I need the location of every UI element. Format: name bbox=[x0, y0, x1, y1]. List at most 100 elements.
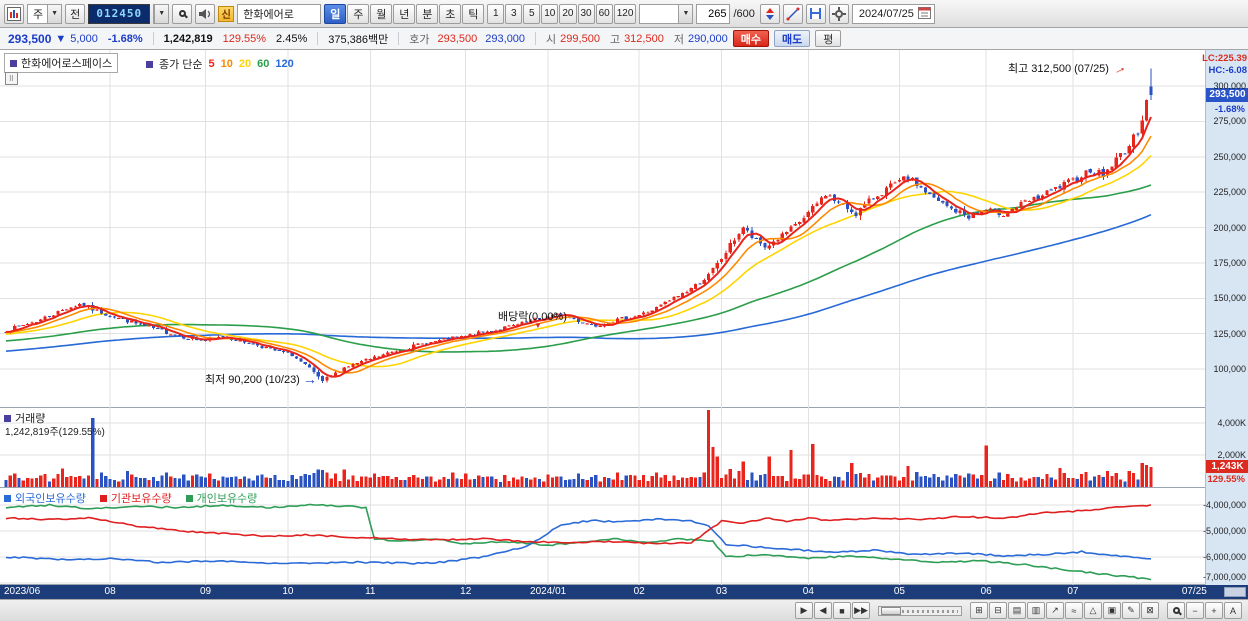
holdings-legend-label: 기관보유수량 bbox=[110, 493, 172, 505]
zoom-in-button[interactable]: + bbox=[1205, 602, 1223, 619]
buy-button[interactable]: 매수 bbox=[732, 30, 769, 47]
ma-period-120: 120 bbox=[275, 58, 294, 70]
avg-button[interactable]: 평 bbox=[815, 30, 842, 47]
zoom-icon[interactable] bbox=[1167, 602, 1185, 619]
chart-title-box[interactable]: 한화에어로스페이스 bbox=[4, 53, 119, 73]
stock-chart-window: 주 ▼ 전 ▼ 신 한화에어로 일주월년분초틱 13510203060120 ▼… bbox=[0, 0, 1248, 621]
dividend-marker-icon: ▼ bbox=[534, 321, 542, 330]
low-price: 290,000 bbox=[687, 32, 728, 45]
chevron-down-icon[interactable]: ▼ bbox=[47, 4, 62, 23]
data-table-icon[interactable]: ⠿ bbox=[5, 72, 18, 85]
holdings-legend-item: 기관보유수량 bbox=[99, 490, 172, 506]
price-axis[interactable]: LC:225.39 HC:-6.08 293,500 -1.68% 1,243K… bbox=[1202, 50, 1248, 585]
period-tab-5[interactable]: 분 bbox=[416, 3, 439, 24]
interval-button-1[interactable]: 1 bbox=[487, 3, 505, 24]
zoom-out-button[interactable]: − bbox=[1186, 602, 1204, 619]
current-price: 293,500 bbox=[8, 31, 52, 46]
panel-tool-icon[interactable]: ▥ bbox=[1027, 602, 1045, 619]
period-tab-1[interactable]: 일 bbox=[324, 3, 347, 24]
date-axis: 2023/06 08 09 10 11 12 2024/01 02 03 04 05 06 07 07/2… bbox=[0, 585, 1248, 599]
interval-button-10[interactable]: 10 bbox=[541, 3, 559, 24]
high-annotation: 최고 312,500 (07/25) → bbox=[1008, 57, 1129, 79]
price-axis-label: 225,000 bbox=[1213, 187, 1246, 198]
chart-forward-button[interactable]: ▶▶ bbox=[852, 602, 870, 619]
chart-mode-select[interactable]: 주 ▼ bbox=[27, 3, 63, 24]
chart-back-button[interactable]: ◀ bbox=[814, 602, 832, 619]
date-tick: 02 bbox=[633, 586, 645, 597]
stock-code-input[interactable] bbox=[88, 3, 151, 24]
chart-mode-value: 주 bbox=[33, 8, 44, 21]
volume-pane: 거래량 1,242,819주(129.55%) bbox=[0, 408, 1205, 488]
interval-button-30[interactable]: 30 bbox=[577, 3, 595, 24]
holdings-legend-item: 외국인보유수량 bbox=[4, 490, 86, 506]
legend-chip-icon bbox=[99, 494, 107, 502]
holdings-axis-label: -5,000,000 bbox=[1202, 526, 1246, 536]
list-tool-icon[interactable]: ▤ bbox=[1008, 602, 1026, 619]
trendline-tool-icon[interactable]: ↗ bbox=[1046, 602, 1064, 619]
wave-tool-icon[interactable]: ≈ bbox=[1065, 602, 1083, 619]
candle-count-input[interactable] bbox=[696, 3, 731, 24]
interval-button-60[interactable]: 60 bbox=[595, 3, 613, 24]
price-chart[interactable] bbox=[0, 50, 1205, 408]
date-tick: 07/25 bbox=[1181, 586, 1207, 597]
slider-handle[interactable] bbox=[881, 606, 901, 615]
open-price: 299,500 bbox=[560, 32, 600, 45]
period-tab-3[interactable]: 월 bbox=[370, 3, 393, 24]
axis-corner[interactable] bbox=[1224, 587, 1246, 597]
chart-window-icon[interactable] bbox=[4, 3, 24, 24]
volume-chart[interactable] bbox=[0, 408, 1205, 488]
holdings-axis-label: -6,000,000 bbox=[1202, 552, 1246, 562]
date-picker[interactable]: 2024/07/25 bbox=[851, 3, 935, 24]
chart-stop-button[interactable]: ■ bbox=[833, 602, 851, 619]
price-axis-label: 200,000 bbox=[1213, 222, 1246, 233]
sell-button[interactable]: 매도 bbox=[773, 30, 811, 47]
candle-total-label: /600 bbox=[733, 7, 755, 20]
bid-price: 293,000 bbox=[485, 32, 526, 45]
price-axis-label: 150,000 bbox=[1213, 293, 1246, 304]
chevron-down-icon[interactable]: ▼ bbox=[678, 4, 693, 23]
erase-tool-icon[interactable]: ⊠ bbox=[1141, 602, 1159, 619]
turnover-ratio: 2.45% bbox=[276, 32, 308, 45]
chart-title: 한화에어로스페이스 bbox=[21, 58, 113, 70]
change-percent: -1.68% bbox=[107, 32, 143, 45]
legend-chip-icon bbox=[10, 59, 17, 67]
date-tick: 03 bbox=[716, 586, 728, 597]
change-arrow-icon: ▼ bbox=[55, 32, 67, 45]
dividend-annotation: 배당락(0.00%) bbox=[498, 311, 567, 323]
grid-tool-icon[interactable]: ⊞ bbox=[970, 602, 988, 619]
interval-button-3[interactable]: 3 bbox=[505, 3, 523, 24]
chart-scroll-slider[interactable] bbox=[878, 605, 962, 616]
legend-chip-icon bbox=[4, 414, 11, 422]
calendar-icon[interactable] bbox=[917, 6, 931, 22]
chart-play-button[interactable]: ▶ bbox=[795, 602, 813, 619]
search-icon[interactable] bbox=[172, 3, 193, 24]
box-tool-icon[interactable]: ▣ bbox=[1103, 602, 1121, 619]
price-axis-label: 125,000 bbox=[1213, 328, 1246, 339]
volume-axis-label: 4,000K bbox=[1217, 418, 1246, 428]
indicator-select[interactable]: ▼ bbox=[639, 3, 694, 24]
interval-button-20[interactable]: 20 bbox=[559, 3, 577, 24]
settings-gear-icon[interactable] bbox=[828, 3, 849, 24]
interval-button-5[interactable]: 5 bbox=[523, 3, 541, 24]
chevron-down-icon[interactable]: ▼ bbox=[154, 4, 169, 23]
layout-tool-icon[interactable]: ⊟ bbox=[989, 602, 1007, 619]
interval-button-120[interactable]: 120 bbox=[613, 3, 637, 24]
period-tab-7[interactable]: 틱 bbox=[462, 3, 485, 24]
shape-tool-icon[interactable]: △ bbox=[1084, 602, 1102, 619]
code-history-dropdown[interactable]: ▼ bbox=[153, 3, 170, 24]
period-tab-6[interactable]: 초 bbox=[439, 3, 462, 24]
speaker-icon[interactable] bbox=[195, 3, 216, 24]
draw-tool-icon[interactable]: ✎ bbox=[1122, 602, 1140, 619]
hc-value: HC:-6.08 bbox=[1208, 65, 1247, 76]
volume-value: 1,242,819 bbox=[163, 32, 213, 45]
period-tab-4[interactable]: 년 bbox=[393, 3, 416, 24]
save-icon[interactable] bbox=[805, 3, 826, 24]
high-label: 고 bbox=[609, 33, 621, 46]
jeon-button[interactable]: 전 bbox=[65, 3, 86, 24]
period-tab-2[interactable]: 주 bbox=[347, 3, 370, 24]
high-arrow-icon: → bbox=[1109, 57, 1129, 79]
date-tick: 12 bbox=[460, 586, 472, 597]
font-size-button[interactable]: A bbox=[1224, 602, 1242, 619]
updown-arrows-icon[interactable] bbox=[759, 3, 780, 24]
trendline-icon[interactable] bbox=[782, 3, 803, 24]
